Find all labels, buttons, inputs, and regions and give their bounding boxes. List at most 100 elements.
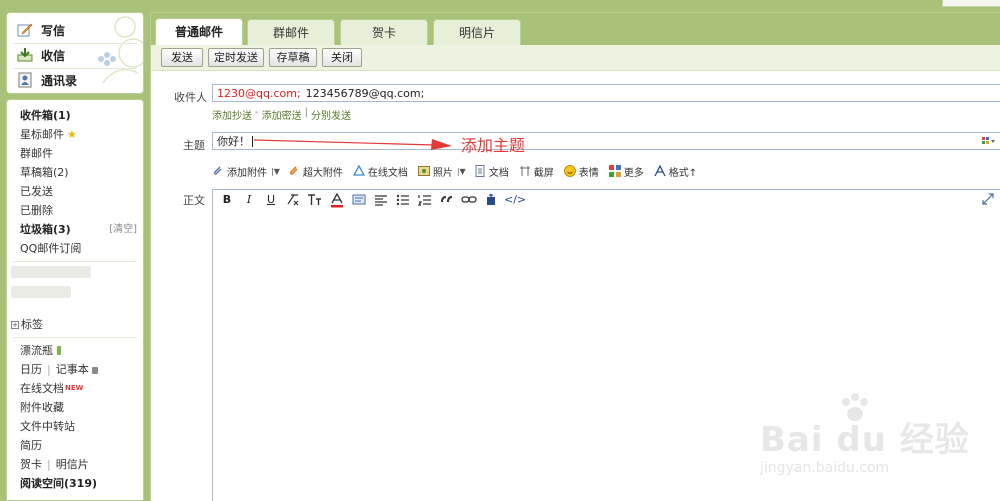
postcard-link[interactable]: 明信片 bbox=[56, 455, 89, 474]
new-badge: NEW bbox=[65, 384, 84, 392]
scheduled-send-button[interactable]: 定时发送 bbox=[208, 48, 264, 67]
top-right-control[interactable] bbox=[942, 0, 1000, 7]
save-draft-button[interactable]: 存草稿 bbox=[269, 48, 317, 67]
add-bcc-link[interactable]: 添加密送 bbox=[262, 107, 302, 122]
send-button[interactable]: 发送 bbox=[161, 48, 203, 67]
folder-group-mail[interactable]: 群邮件 bbox=[7, 144, 143, 163]
more-button[interactable]: 更多 bbox=[608, 164, 644, 179]
calendar-link[interactable]: 日历 bbox=[20, 360, 42, 379]
folder-panel: 收件箱(1) 星标邮件 ★ 群邮件 草稿箱(2) 已发送 已删除 垃圾箱(3) [清… bbox=[6, 99, 144, 501]
text-caret bbox=[252, 135, 253, 147]
calendar-notebook-row: 日历 | 记事本 bbox=[7, 360, 143, 379]
photo-button[interactable]: 照片 bbox=[417, 164, 453, 179]
separate-send-link[interactable]: 分别发送 bbox=[311, 107, 351, 122]
close-button[interactable]: 关闭 bbox=[322, 48, 362, 67]
insert-image-icon[interactable] bbox=[482, 192, 500, 208]
paperclip-icon bbox=[214, 166, 222, 175]
underline-button[interactable]: U bbox=[262, 192, 280, 208]
compose-button[interactable]: 写信 bbox=[17, 19, 65, 41]
document-button[interactable]: 文档 bbox=[474, 164, 509, 179]
divider-pipe: | bbox=[47, 363, 51, 376]
folder-deleted[interactable]: 已删除 bbox=[7, 201, 143, 220]
link-dash: - bbox=[255, 107, 259, 118]
folder-drafts[interactable]: 草稿箱(2) bbox=[7, 163, 143, 182]
html-source-button[interactable]: </> bbox=[504, 192, 526, 208]
recipient-chip[interactable]: 1230@qq.com bbox=[217, 87, 297, 100]
online-document-button[interactable]: 在线文档 bbox=[352, 164, 408, 179]
link-icon[interactable] bbox=[460, 192, 478, 208]
folder-starred[interactable]: 星标邮件 ★ bbox=[7, 125, 143, 144]
cards-link[interactable]: 贺卡 bbox=[20, 455, 42, 474]
tab-group-mail[interactable]: 群邮件 bbox=[247, 19, 335, 45]
folder-spam[interactable]: 垃圾箱(3) [清空] bbox=[7, 220, 143, 239]
subject-options-icon[interactable] bbox=[982, 136, 996, 146]
attachment-dropdown-icon[interactable]: |▼ bbox=[271, 167, 280, 176]
divider-pipe: | bbox=[47, 458, 51, 471]
tags-toggle[interactable]: + 标签 bbox=[7, 316, 143, 334]
resume-link[interactable]: 简历 bbox=[7, 436, 143, 455]
inbox-check-button[interactable]: 收信 bbox=[17, 44, 65, 66]
watermark-url: jingyan.baidu.com bbox=[760, 460, 890, 476]
photo-dropdown-icon[interactable]: |▼ bbox=[457, 167, 466, 176]
background-color-icon[interactable] bbox=[350, 192, 368, 208]
drift-bottle-link[interactable]: 漂流瓶 bbox=[7, 341, 143, 360]
font-format-icon bbox=[654, 165, 666, 177]
link-pipe: | bbox=[304, 107, 308, 118]
folder-divider bbox=[13, 337, 137, 338]
annotation-arrow-icon bbox=[254, 139, 452, 150]
fullscreen-expand-icon[interactable] bbox=[982, 193, 994, 205]
tab-greeting-card[interactable]: 贺卡 bbox=[340, 19, 428, 45]
bold-button[interactable]: B bbox=[218, 192, 236, 208]
watermark-logo-text: Bai du 经验 bbox=[760, 420, 970, 460]
folder-inbox[interactable]: 收件箱(1) bbox=[7, 106, 143, 125]
file-transfer-link[interactable]: 文件中转站 bbox=[7, 417, 143, 436]
scissors-icon bbox=[519, 166, 530, 176]
photo-icon bbox=[417, 166, 430, 176]
bullet-list-icon[interactable] bbox=[394, 192, 412, 208]
tab-normal-mail[interactable]: 普通邮件 bbox=[155, 18, 243, 45]
add-attachment-button[interactable]: 添加附件 bbox=[212, 164, 267, 179]
folder-divider bbox=[13, 261, 137, 262]
floral-decoration-icon bbox=[98, 16, 143, 84]
expand-plus-icon: + bbox=[11, 321, 19, 329]
add-cc-link[interactable]: 添加抄送 bbox=[212, 107, 252, 122]
recipient-chip[interactable]: 123456789@qq.com; bbox=[306, 87, 425, 100]
quote-icon[interactable] bbox=[438, 192, 456, 208]
screenshot-button[interactable]: 截屏 bbox=[519, 164, 554, 179]
bottle-icon bbox=[57, 346, 61, 355]
italic-button[interactable]: I bbox=[240, 192, 258, 208]
baidu-watermark: Bai du 经验 jingyan.baidu.com bbox=[760, 392, 990, 492]
document-icon bbox=[475, 165, 485, 177]
clear-spam-link[interactable]: [清空] bbox=[109, 220, 137, 239]
clear-format-icon[interactable] bbox=[284, 192, 302, 208]
align-icon[interactable] bbox=[372, 192, 390, 208]
numbered-list-icon[interactable] bbox=[416, 192, 434, 208]
large-attachment-icon bbox=[289, 166, 298, 175]
compose-tabbar: 普通邮件 群邮件 贺卡 明信片 bbox=[151, 13, 1000, 45]
smiley-icon bbox=[563, 165, 576, 177]
notebook-link[interactable]: 记事本 bbox=[56, 360, 89, 379]
receive-icon bbox=[17, 48, 33, 62]
folder-qq-subscriptions[interactable]: QQ邮件订阅 bbox=[7, 239, 143, 258]
subject-label: 主题 bbox=[183, 139, 205, 152]
star-icon: ★ bbox=[67, 128, 77, 141]
grid-icon bbox=[608, 165, 621, 177]
font-color-icon[interactable] bbox=[328, 192, 346, 208]
blurred-custom-folder bbox=[11, 286, 71, 298]
folder-sent[interactable]: 已发送 bbox=[7, 182, 143, 201]
online-docs-link[interactable]: 在线文档 NEW bbox=[7, 379, 143, 398]
font-size-icon[interactable] bbox=[306, 192, 324, 208]
tab-postcard[interactable]: 明信片 bbox=[433, 19, 521, 45]
large-attachment-button[interactable]: 超大附件 bbox=[288, 164, 343, 179]
attachments-link[interactable]: 附件收藏 bbox=[7, 398, 143, 417]
format-button[interactable]: 格式↑ bbox=[654, 164, 697, 179]
body-label: 正文 bbox=[183, 194, 205, 207]
recipient-input[interactable]: 1230@qq.com ; 123456789@qq.com; bbox=[212, 84, 1000, 102]
recipient-links: 添加抄送 - 添加密送 | 分别发送 bbox=[212, 107, 351, 122]
reading-space-link[interactable]: 阅读空间(319) bbox=[7, 474, 143, 493]
sidebar: 写信 收信 通讯录 收件箱(1) 星标邮件 ★ 群邮件 草稿箱(2) 已发送 已… bbox=[6, 12, 144, 501]
lock-icon bbox=[91, 367, 98, 374]
attachment-toolbar: 添加附件 |▼ 超大附件 在线文档 照片 |▼ 文档 截屏 表情 更多 格式↑ bbox=[212, 163, 707, 179]
emoji-button[interactable]: 表情 bbox=[563, 164, 599, 179]
contacts-button[interactable]: 通讯录 bbox=[17, 69, 77, 91]
